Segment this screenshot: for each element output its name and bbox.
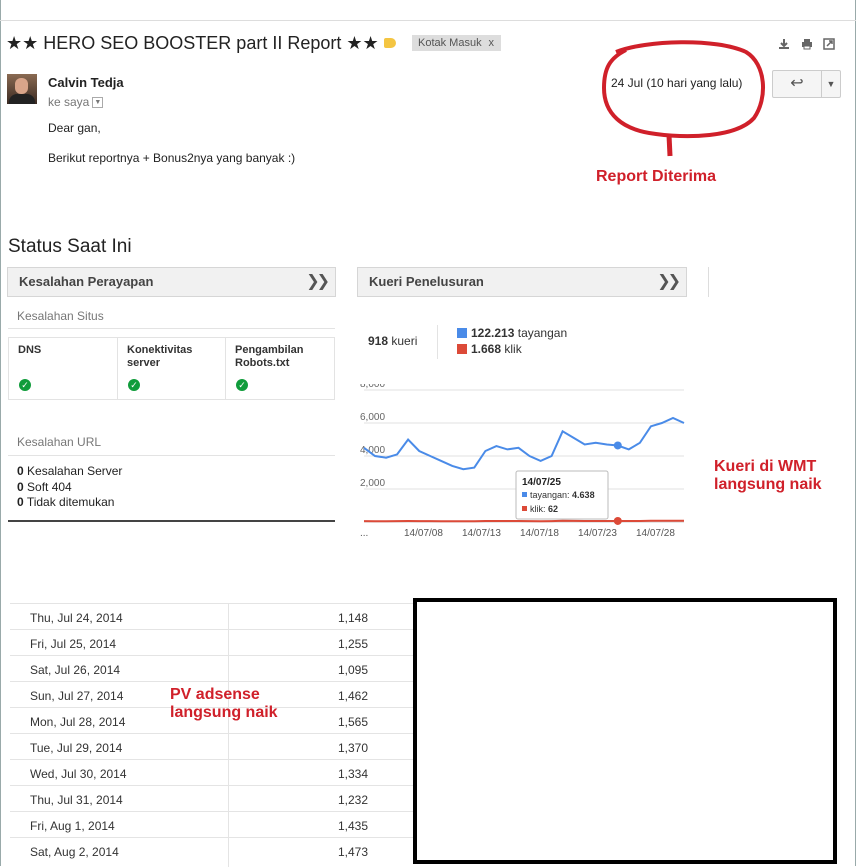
tooltip-swatch (522, 492, 527, 497)
site-errors-heading: Kesalahan Situs (17, 309, 104, 323)
status-title: Status Saat Ini (8, 236, 132, 257)
row-value: 1,473 (337, 845, 368, 859)
row-date: Sat, Aug 2, 2014 (30, 845, 119, 859)
crawl-errors-header[interactable]: Kesalahan Perayapan ❯❯ (7, 267, 336, 297)
row-date: Fri, Jul 25, 2014 (30, 637, 117, 651)
series-line-tayangan (363, 416, 685, 471)
url-errors-heading: Kesalahan URL (17, 435, 102, 449)
tooltip-date: 14/07/25 (522, 477, 561, 488)
pv-annotation: PV adsense langsung naik (170, 686, 278, 721)
table-row: Thu, Jul 24, 2014 1,148 (10, 603, 414, 629)
sender-name[interactable]: Calvin Tedja (48, 75, 124, 90)
check-icon: ✓ (19, 379, 31, 391)
top-divider (0, 20, 856, 21)
clicks-summary: 1.668 klik (457, 342, 522, 356)
column-divider (228, 603, 229, 867)
impressions-summary: 122.213 tayangan (457, 326, 567, 340)
table-row: Tue, Jul 29, 2014 1,370 (10, 733, 414, 759)
body-text: Berikut reportnya + Bonus2nya yang banya… (48, 151, 296, 165)
inbox-label-text: Kotak Masuk (418, 37, 482, 49)
x-tick-label: 14/07/18 (520, 528, 559, 539)
check-icon: ✓ (128, 379, 140, 391)
divider (437, 325, 438, 359)
row-value: 1,095 (337, 663, 368, 677)
row-value: 1,370 (337, 741, 368, 755)
chevron-down-icon: ▼ (826, 79, 836, 89)
row-date: Mon, Jul 28, 2014 (30, 715, 126, 729)
row-value: 1,462 (337, 689, 368, 703)
table-row: Sat, Aug 2, 2014 1,473 (10, 837, 414, 863)
row-date: Sun, Jul 27, 2014 (30, 689, 124, 703)
table-row: Fri, Aug 1, 2014 1,435 (10, 811, 414, 837)
row-date: Thu, Jul 31, 2014 (30, 793, 123, 807)
red-circle-annotation (601, 40, 765, 157)
more-options-button[interactable]: ▼ (821, 70, 841, 98)
not-found-line[interactable]: 0 Tidak ditemukan (17, 495, 114, 509)
queries-summary: 918 kueri (368, 334, 418, 348)
greeting-text: Dear gan, (48, 121, 101, 135)
recipient-line[interactable]: ke saya ▼ (48, 95, 104, 109)
y-tick-label: 2,000 (360, 478, 385, 489)
row-value: 1,565 (337, 715, 368, 729)
search-queries-header[interactable]: Kueri Penelusuran ❯❯ (357, 267, 687, 297)
row-value: 1,334 (337, 767, 368, 781)
table-row: Fri, Jul 25, 2014 1,255 (10, 629, 414, 655)
divider (8, 520, 335, 522)
print-icon[interactable] (801, 38, 813, 50)
open-new-window-icon[interactable] (823, 38, 835, 50)
impressions-swatch (457, 328, 467, 338)
row-date: Sat, Jul 26, 2014 (30, 663, 121, 677)
row-date: Thu, Jul 24, 2014 (30, 611, 123, 625)
table-row: Thu, Jul 31, 2014 1,232 (10, 785, 414, 811)
double-chevron-right-icon[interactable]: ❯❯ (657, 268, 681, 296)
report-received-annotation: Report Diterima (596, 168, 717, 185)
divider (8, 455, 335, 456)
redacted-box (413, 598, 837, 864)
check-icon: ✓ (236, 379, 248, 391)
y-tick-label: 6,000 (360, 412, 385, 423)
x-tick-label: 14/07/08 (404, 528, 443, 539)
robots-cell[interactable]: Pengambilan Robots.txt ✓ (225, 337, 335, 400)
table-row: Wed, Jul 30, 2014 1,334 (10, 759, 414, 785)
wmt-annotation: Kueri di WMT langsung naik (714, 458, 822, 493)
y-tick-label: 8,000 (360, 384, 385, 390)
tooltip-impressions: tayangan: 4.638 (530, 490, 595, 500)
row-date: Wed, Jul 30, 2014 (30, 767, 127, 781)
divider (8, 328, 335, 329)
label-icon[interactable] (384, 38, 396, 48)
panel-divider (708, 267, 709, 297)
tooltip-swatch (522, 506, 527, 511)
tooltip-clicks: klik: 62 (530, 504, 558, 514)
avatar[interactable] (7, 74, 37, 104)
x-tick-label: 14/07/13 (462, 528, 501, 539)
server-errors-line[interactable]: 0 Kesalahan Server (17, 464, 122, 478)
series-line-klik (363, 519, 684, 523)
double-chevron-right-icon[interactable]: ❯❯ (306, 268, 330, 296)
inbox-label-chip[interactable]: Kotak Masuk x (412, 35, 501, 51)
reply-button[interactable]: ↩ (772, 70, 822, 98)
dns-cell[interactable]: DNS ✓ (8, 337, 118, 400)
row-value: 1,435 (337, 819, 368, 833)
row-value: 1,148 (337, 611, 368, 625)
reply-icon: ↩ (790, 75, 804, 92)
x-tick-label: ... (360, 528, 368, 539)
details-dropdown-icon[interactable]: ▼ (92, 97, 104, 109)
table-row: Sat, Jul 26, 2014 1,095 (10, 655, 414, 681)
row-value: 1,232 (337, 793, 368, 807)
data-point-highlight (613, 516, 622, 525)
connectivity-cell[interactable]: Konektivitas server ✓ (117, 337, 226, 400)
row-date: Tue, Jul 29, 2014 (30, 741, 123, 755)
x-tick-label: 14/07/23 (578, 528, 617, 539)
search-queries-chart[interactable]: 2,0004,0006,0008,000... 14/07/08 14/07/13 1… (356, 384, 712, 544)
soft404-line[interactable]: 0 Soft 404 (17, 480, 72, 494)
row-date: Fri, Aug 1, 2014 (30, 819, 115, 833)
x-tick-label: 14/07/28 (636, 528, 675, 539)
clicks-swatch (457, 344, 467, 354)
download-icon[interactable] (778, 38, 790, 50)
remove-label-icon[interactable]: x (489, 35, 495, 51)
data-point-highlight (613, 441, 622, 450)
email-subject: ★★ HERO SEO BOOSTER part II Report ★★ (6, 33, 379, 53)
row-value: 1,255 (337, 637, 368, 651)
